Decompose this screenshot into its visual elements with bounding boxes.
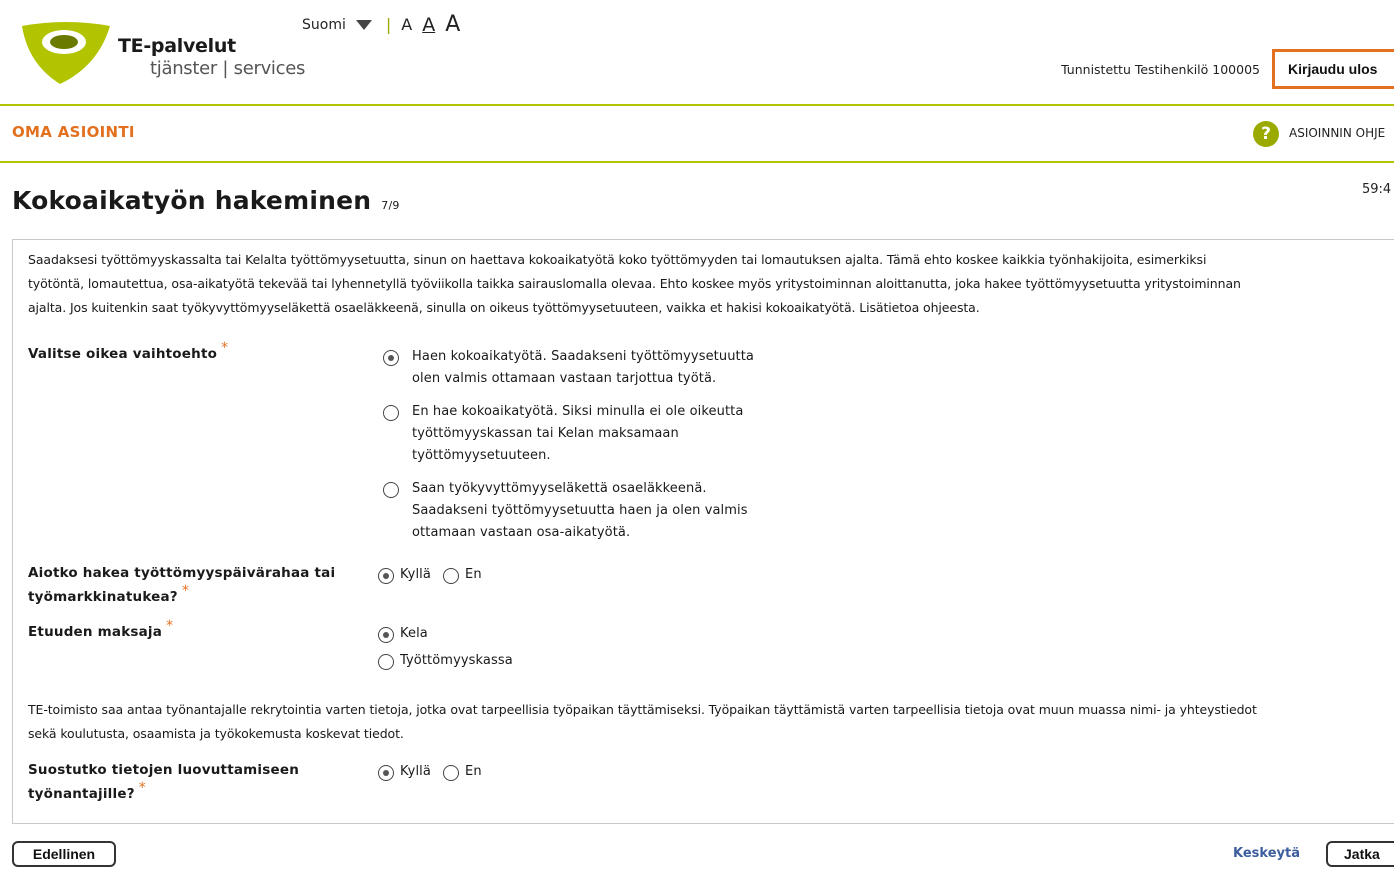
q1-label-text: Valitse oikea vaihtoehto xyxy=(28,346,218,362)
option-line: ottamaan vastaan osa-aikatyötä. xyxy=(412,525,631,540)
section-title: OMA ASIOINTI xyxy=(12,123,135,141)
q2-label: Aiotko hakea työttömyyspäivärahaa tai ty… xyxy=(28,561,335,609)
required-mark: * xyxy=(166,618,174,634)
intro-line: Saadaksesi työttömyyskassalta tai Kelalt… xyxy=(28,252,1207,267)
font-size-large[interactable]: A xyxy=(445,12,460,37)
q4-label: Suostutko tietojen luovuttamiseen työnan… xyxy=(28,758,299,806)
intro-line: työtöntä, lomautettua, osa-aikatyötä tek… xyxy=(28,276,1241,291)
required-mark: * xyxy=(221,340,229,356)
q1-option-disability-pension[interactable]: Saan työkyvyttömyyseläkettä osaeläkkeenä… xyxy=(383,478,748,544)
q2-label-line: Aiotko hakea työttömyyspäivärahaa tai xyxy=(28,565,336,581)
option-line: Saan työkyvyttömyyseläkettä osaeläkkeenä… xyxy=(412,481,707,496)
q2-option-no[interactable]: En xyxy=(443,564,482,586)
q3-label-text: Etuuden maksaja xyxy=(28,624,163,640)
chevron-down-icon[interactable] xyxy=(355,19,372,30)
q1-option-label: En hae kokoaikatyötä. Siksi minulla ei o… xyxy=(412,401,743,467)
q4-option-yes[interactable]: Kyllä xyxy=(378,761,431,783)
radio-button[interactable] xyxy=(378,654,394,670)
nav-divider xyxy=(0,161,1394,163)
option-line: Saadakseni työttömyysetuutta haen ja ole… xyxy=(412,503,748,518)
option-line: työttömyysetuuteen. xyxy=(412,448,551,463)
info-line: TE-toimisto saa antaa työnantajalle rekr… xyxy=(28,702,1257,717)
q1-option-not-full-time[interactable]: En hae kokoaikatyötä. Siksi minulla ei o… xyxy=(383,401,743,467)
help-icon[interactable]: ? xyxy=(1253,121,1279,147)
q3-label: Etuuden maksaja * xyxy=(28,618,174,644)
q1-option-full-time[interactable]: Haen kokoaikatyötä. Saadakseni työttömyy… xyxy=(383,346,754,390)
previous-button[interactable]: Edellinen xyxy=(12,841,116,867)
radio-button[interactable] xyxy=(443,568,459,584)
q1-label: Valitse oikea vaihtoehto * xyxy=(28,340,229,366)
q3-option-kela[interactable]: Kela xyxy=(378,623,428,645)
brand-name: TE-palvelut xyxy=(118,35,236,57)
font-size-medium[interactable]: A xyxy=(422,14,435,36)
intro-line: ajalta. Jos kuitenkin saat työkyvyttömyy… xyxy=(28,300,980,315)
radio-button[interactable] xyxy=(443,765,459,781)
intro-text: Saadaksesi työttömyyskassalta tai Kelalt… xyxy=(28,248,1241,320)
q4-label-line: Suostutko tietojen luovuttamiseen xyxy=(28,762,300,778)
te-palvelut-logo xyxy=(22,22,110,84)
radio-button[interactable] xyxy=(383,350,399,366)
q4-no-label: En xyxy=(465,764,482,779)
page-title: Kokoaikatyön hakeminen 7/9 xyxy=(12,186,400,215)
continue-button[interactable]: Jatka xyxy=(1326,841,1394,867)
language-separator: | xyxy=(385,15,392,34)
q2-option-yes[interactable]: Kyllä xyxy=(378,564,431,586)
q1-option-label: Haen kokoaikatyötä. Saadakseni työttömyy… xyxy=(412,346,754,390)
radio-button[interactable] xyxy=(378,765,394,781)
q3-kela-label: Kela xyxy=(400,626,428,641)
q3-kassa-label: Työttömyyskassa xyxy=(400,653,513,668)
q2-no-label: En xyxy=(465,567,482,582)
form-panel: Saadaksesi työttömyyskassalta tai Kelalt… xyxy=(12,239,1394,824)
q4-label-line: työnantajille? xyxy=(28,786,135,802)
radio-button[interactable] xyxy=(383,405,399,421)
user-identity: Tunnistettu Testihenkilö 100005 xyxy=(1061,62,1260,77)
font-size-small[interactable]: A xyxy=(401,15,412,34)
q3-option-unemployment-fund[interactable]: Työttömyyskassa xyxy=(378,650,513,672)
page-title-text: Kokoaikatyön hakeminen xyxy=(12,186,372,215)
step-indicator: 7/9 xyxy=(381,199,400,212)
info-text: TE-toimisto saa antaa työnantajalle rekr… xyxy=(28,698,1257,746)
required-mark: * xyxy=(181,583,190,599)
option-line: olen valmis ottamaan vastaan tarjottua t… xyxy=(412,371,717,386)
q1-option-label: Saan työkyvyttömyyseläkettä osaeläkkeenä… xyxy=(412,478,748,544)
required-mark: * xyxy=(138,780,146,796)
radio-button[interactable] xyxy=(383,482,399,498)
q4-yes-label: Kyllä xyxy=(400,764,431,779)
option-line: työttömyyskassan tai Kelan maksamaan xyxy=(412,426,679,441)
cancel-link[interactable]: Keskeytä xyxy=(1233,846,1300,861)
q2-yes-label: Kyllä xyxy=(400,567,431,582)
info-line: sekä koulutusta, osaamista ja työkokemus… xyxy=(28,726,404,741)
option-line: En hae kokoaikatyötä. Siksi minulla ei o… xyxy=(412,404,744,419)
session-timer: 59:4 xyxy=(1362,182,1392,197)
language-select[interactable]: Suomi xyxy=(302,17,346,33)
option-line: Haen kokoaikatyötä. Saadakseni työttömyy… xyxy=(412,349,754,364)
q4-option-no[interactable]: En xyxy=(443,761,482,783)
help-link[interactable]: ASIOINNIN OHJE xyxy=(1289,126,1385,140)
radio-button[interactable] xyxy=(378,627,394,643)
brand-subtitle: tjänster | services xyxy=(150,58,306,79)
radio-button[interactable] xyxy=(378,568,394,584)
logout-button[interactable]: Kirjaudu ulos xyxy=(1272,49,1394,89)
q2-label-line: työmarkkinatukea? xyxy=(28,589,178,605)
header-divider xyxy=(0,104,1394,106)
language-bar: Suomi | A A A xyxy=(302,12,470,37)
